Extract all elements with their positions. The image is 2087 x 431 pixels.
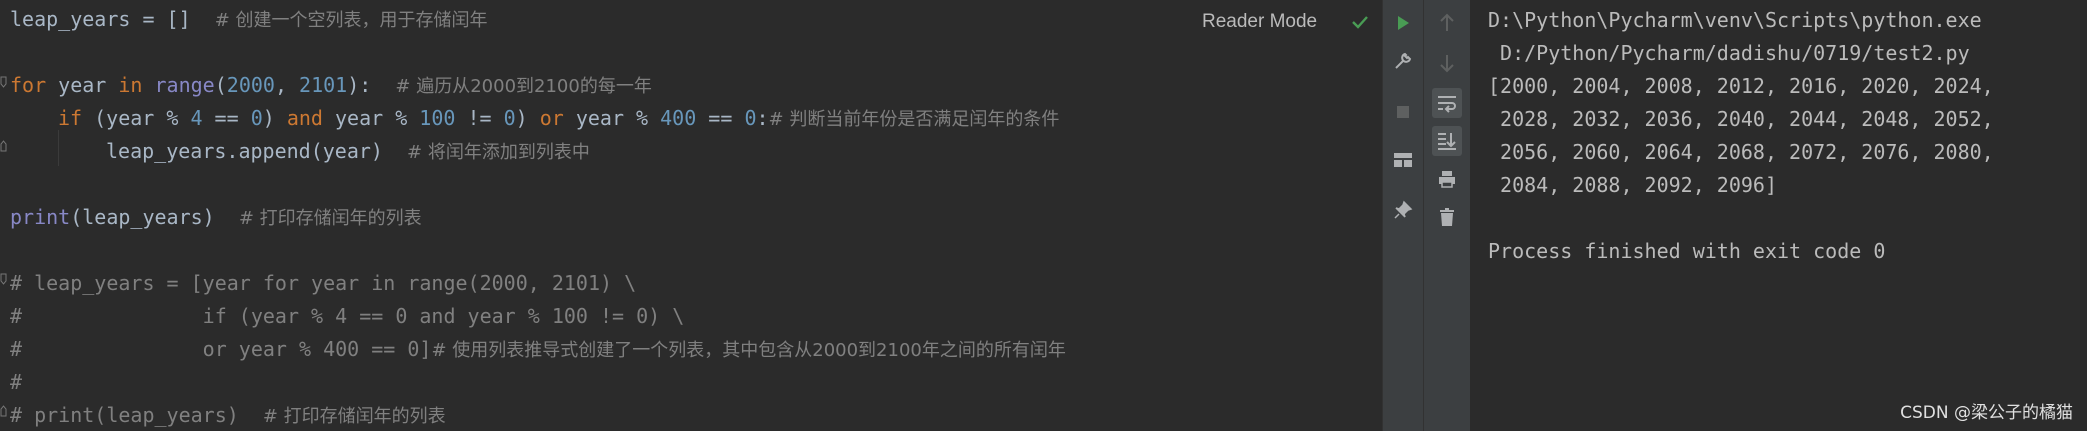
code-token: ( (214, 73, 227, 97)
code-number: 2000 (226, 73, 275, 97)
fold-marker-icon[interactable] (0, 273, 8, 285)
code-line: for year in range(2000, 2101): # 遍历从2000… (10, 70, 652, 100)
run-icon (1398, 16, 1409, 30)
code-builtin: print (10, 205, 71, 229)
console-line: 2056, 2060, 2064, 2068, 2072, 2076, 2080… (1488, 140, 1994, 164)
arrow-down-icon (1440, 55, 1454, 73)
code-keyword: in (118, 73, 143, 97)
indent-guide (58, 130, 59, 166)
code-comment: # 打印存储闰年的列表 (238, 208, 422, 229)
arrow-up-icon (1440, 13, 1454, 31)
code-line: leap_years.append(year) # 将闰年添加到列表中 (106, 136, 590, 166)
reader-mode-toggle[interactable]: Reader Mode (1202, 8, 1317, 36)
code-number: 100 (419, 106, 456, 130)
code-token: ) (262, 106, 287, 130)
run-toolbar (1382, 0, 1423, 431)
scroll-to-end-button[interactable] (1432, 126, 1462, 156)
console-line: [2000, 2004, 2008, 2012, 2016, 2020, 202… (1488, 74, 1994, 98)
code-comment: # (10, 370, 23, 394)
code-line: if (year % 4 == 0) and year % 100 != 0) … (58, 103, 1059, 133)
code-builtin: range (154, 73, 215, 97)
console-line: Process finished with exit code 0 (1488, 239, 1886, 263)
stop-button[interactable] (1388, 97, 1418, 127)
code-comment: # or year % 400 == 0] (10, 337, 432, 361)
code-line: # print(leap_years) # 打印存储闰年的列表 (10, 400, 446, 430)
code-keyword: and (286, 106, 323, 130)
print-button[interactable] (1432, 164, 1462, 194)
up-stack-button[interactable] (1432, 8, 1462, 38)
code-keyword: for (10, 73, 47, 97)
code-line: # if (year % 4 == 0 and year % 100 != 0)… (10, 301, 684, 331)
code-number: 0 (503, 106, 516, 130)
code-token: != (455, 106, 504, 130)
fold-marker-icon[interactable] (0, 76, 8, 88)
code-token: (leap_years) (70, 205, 215, 229)
code-token: year % (563, 106, 661, 130)
print-icon (1439, 171, 1455, 188)
pin-tab-button[interactable] (1388, 195, 1418, 225)
fold-marker-icon[interactable] (0, 140, 8, 152)
fold-marker-icon[interactable] (0, 405, 8, 417)
soft-wrap-button[interactable] (1432, 88, 1462, 118)
rerun-button[interactable] (1388, 8, 1418, 38)
scroll-to-end-icon (1438, 133, 1456, 150)
code-number: 0 (744, 106, 757, 130)
soft-wrap-icon (1438, 96, 1456, 113)
code-token: , (274, 73, 300, 97)
code-token: year (46, 73, 119, 97)
trash-icon (1440, 208, 1454, 226)
code-token: == (696, 106, 745, 130)
code-token: == (202, 106, 251, 130)
code-line: leap_years = [] # 创建一个空列表，用于存储闰年 (10, 4, 488, 34)
code-line: # (10, 367, 22, 397)
code-line: # leap_years = [year for year in range(2… (10, 268, 636, 298)
layout-icon (1394, 153, 1412, 167)
code-token: leap_years = [] (10, 7, 191, 31)
code-comment: # 判断当前年份是否满足闰年的条件 (768, 109, 1060, 130)
code-comment: # leap_years = [year for year in range(2… (10, 271, 637, 295)
stop-icon (1397, 106, 1409, 118)
console-toolbar (1423, 0, 1471, 431)
code-number: 2101 (299, 73, 348, 97)
code-token: ): (347, 73, 372, 97)
watermark: CSDN @梁公子的橘猫 (1900, 403, 2073, 423)
settings-button[interactable] (1388, 46, 1418, 76)
code-comment: # 使用列表推导式创建了一个列表，其中包含从2000到2100年之间的所有闰年 (431, 340, 1066, 361)
code-token: (year % (82, 106, 191, 130)
code-keyword: if (58, 106, 83, 130)
code-token: leap_years.append(year) (106, 139, 383, 163)
console-line: D:/Python/Pycharm/dadishu/0719/test2.py (1488, 41, 1970, 65)
down-stack-button[interactable] (1432, 48, 1462, 78)
code-comment: # 打印存储闰年的列表 (262, 406, 446, 427)
code-line: # or year % 400 == 0]# 使用列表推导式创建了一个列表，其中… (10, 334, 1066, 364)
code-line: print(leap_years) # 打印存储闰年的列表 (10, 202, 422, 232)
console-line: D:\Python\Pycharm\venv\Scripts\python.ex… (1488, 8, 1982, 32)
code-keyword: or (539, 106, 564, 130)
clear-all-button[interactable] (1432, 202, 1462, 232)
code-number: 0 (250, 106, 263, 130)
code-number: 400 (660, 106, 697, 130)
code-token: ) (515, 106, 540, 130)
code-comment: # if (year % 4 == 0 and year % 100 != 0)… (10, 304, 685, 328)
code-token: year % (322, 106, 420, 130)
code-comment: # 将闰年添加到列表中 (407, 142, 590, 163)
wrench-icon (1395, 52, 1412, 69)
check-icon[interactable] (1350, 12, 1370, 32)
console-output[interactable]: D:\Python\Pycharm\venv\Scripts\python.ex… (1470, 0, 2087, 431)
code-token: : (756, 106, 769, 130)
layout-button[interactable] (1388, 145, 1418, 175)
pin-icon (1394, 200, 1413, 219)
code-editor[interactable]: Reader Mode leap_years = [] # 创建一个空列表，用于… (0, 0, 1382, 431)
console-line: 2028, 2032, 2036, 2040, 2044, 2048, 2052… (1488, 107, 1994, 131)
console-line: 2084, 2088, 2092, 2096] (1488, 173, 1777, 197)
code-comment: # 遍历从2000到2100的每一年 (395, 76, 652, 97)
code-number: 4 (190, 106, 203, 130)
code-comment: # 创建一个空列表，用于存储闰年 (214, 10, 488, 31)
code-comment: # print(leap_years) (10, 403, 239, 427)
